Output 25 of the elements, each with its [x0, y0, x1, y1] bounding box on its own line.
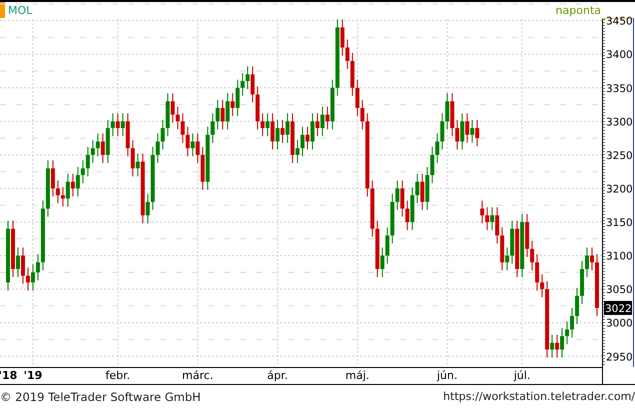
- interval-label: naponta: [556, 4, 601, 16]
- axis-label: 3000: [606, 318, 633, 330]
- axis-label: febr.: [106, 369, 130, 382]
- axis-label: ápr.: [267, 369, 288, 382]
- axis-label: '19: [24, 369, 42, 382]
- axis-label: 3250: [606, 150, 633, 162]
- axis-label: márc.: [182, 369, 214, 382]
- axis-label: '18: [0, 369, 18, 382]
- axis-label: 3400: [606, 49, 633, 62]
- axis-label: 3100: [606, 250, 633, 263]
- axis-label: máj.: [345, 369, 370, 382]
- axis-label: 3450: [606, 16, 633, 28]
- axis-label: júl.: [514, 369, 530, 382]
- axis-label: 3200: [606, 183, 633, 196]
- axis-label: 3350: [606, 82, 633, 95]
- axis-label: 3150: [606, 217, 633, 230]
- axis-label: 3300: [606, 116, 633, 128]
- axis-label: 2950: [606, 351, 633, 364]
- axis-label: jún.: [437, 369, 458, 382]
- last-price-label: 3022: [604, 300, 632, 315]
- axis-label: 3050: [606, 284, 633, 296]
- copyright-text: © 2019 TeleTrader Software GmbH: [0, 390, 201, 404]
- symbol-marker: [0, 2, 5, 18]
- symbol-label: MOL: [8, 4, 32, 16]
- website-link[interactable]: https://workstation.teletrader.com/: [443, 390, 635, 403]
